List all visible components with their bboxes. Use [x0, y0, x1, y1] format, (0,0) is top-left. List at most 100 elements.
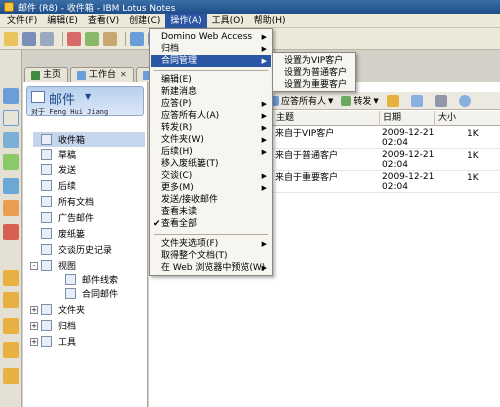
back-icon[interactable]	[130, 31, 144, 46]
thread-icon	[65, 274, 76, 285]
menu-item-preview-in-browser[interactable]: 在 Web 浏览器中预览(W) ▶	[151, 262, 271, 274]
menu-item-reply-all[interactable]: 应答所有人(A) ▶	[151, 110, 271, 122]
menu-item-set-vip-customer[interactable]: 设置为VIP客户	[274, 55, 354, 67]
nav-item-label: 所有文档	[58, 198, 95, 208]
nav-item-drafts[interactable]: 草稿	[41, 147, 76, 162]
menu-create[interactable]: 创建(C)	[124, 14, 165, 28]
nav-item-label: 后续	[58, 182, 77, 192]
navigation-pane: 邮件 ▼ 对于 Feng Hui Jiang 收件箱 草稿 发送 后续 所有文档…	[23, 82, 148, 407]
copy-icon[interactable]	[85, 31, 99, 46]
mail-header[interactable]: 邮件 ▼ 对于 Feng Hui Jiang	[26, 86, 144, 116]
follow-up-flag-icon[interactable]	[410, 94, 423, 107]
nav-item-inbox[interactable]: 收件箱	[33, 132, 145, 147]
folder-icon[interactable]	[386, 94, 399, 107]
menu-item-new-message[interactable]: 新建消息	[151, 86, 271, 98]
menu-item-chat[interactable]: 交谈(C) ▶	[151, 170, 271, 182]
mail-bookmark-icon[interactable]	[3, 88, 19, 104]
menu-item-more[interactable]: 更多(M) ▶	[151, 182, 271, 194]
menu-edit[interactable]: 编辑(E)	[42, 14, 83, 28]
menu-actions[interactable]: 操作(A)	[165, 13, 207, 28]
nav-item-trash[interactable]: 废纸篓	[41, 226, 85, 241]
nav-item-tools[interactable]: + 工具	[30, 334, 77, 349]
menu-item-move-to-trash[interactable]: 移入废纸篓(T)	[151, 158, 271, 170]
menu-file[interactable]: 文件(F)	[2, 14, 42, 28]
chevron-down-icon[interactable]: ▼	[328, 97, 333, 105]
contacts-bookmark-icon[interactable]	[3, 132, 19, 148]
menu-item-domino-web-access[interactable]: Domino Web Access ▶	[151, 31, 271, 43]
collapse-icon[interactable]: -	[30, 261, 38, 270]
expand-icon[interactable]: +	[30, 321, 38, 330]
menu-item-folder-options[interactable]: 文件夹选项(F) ▶	[151, 238, 271, 250]
nav-item-threads[interactable]: 邮件线索	[65, 272, 118, 287]
nav-item-label: 收件箱	[58, 136, 86, 146]
cut-icon[interactable]	[67, 31, 81, 46]
nav-item-archive[interactable]: + 归档	[30, 318, 76, 333]
forward-button[interactable]: 转发 ▼	[341, 94, 379, 107]
folder-bookmark-icon[interactable]	[3, 318, 19, 334]
nav-item-label: 工具	[58, 338, 77, 348]
lotus-notes-logo-icon	[4, 2, 14, 12]
home-icon	[31, 70, 40, 80]
toolbar-divider	[125, 31, 126, 46]
close-icon[interactable]: ✕	[120, 68, 127, 82]
folder-bookmark-icon[interactable]	[3, 342, 19, 358]
paste-icon[interactable]	[103, 31, 117, 46]
contract-submenu: 设置为VIP客户 设置为普通客户 设置为重要客户	[272, 52, 356, 92]
menu-item-follow-up[interactable]: 后续(H) ▶	[151, 146, 271, 158]
nav-item-contract-mail[interactable]: 合同邮件	[65, 286, 118, 301]
chevron-down-icon[interactable]: ▼	[373, 97, 378, 105]
menu-item-edit[interactable]: 编辑(E)	[151, 74, 271, 86]
menu-item-folder[interactable]: 文件夹(W) ▶	[151, 134, 271, 146]
nav-item-sent[interactable]: 发送	[41, 162, 76, 177]
trash-icon	[41, 228, 52, 239]
tab-workspace[interactable]: 工作台 ✕	[70, 67, 134, 82]
tab-home[interactable]: 主页	[24, 67, 69, 82]
menu-item-retrieve-document[interactable]: 取得整个文档(T)	[151, 250, 271, 262]
sametime-bookmark-icon[interactable]	[3, 200, 19, 216]
message-date: 2009-12-21	[382, 172, 435, 182]
folder-bookmark-icon[interactable]	[3, 270, 19, 286]
info-bookmark-icon[interactable]	[3, 224, 19, 240]
calendar-bookmark-icon[interactable]	[3, 110, 19, 126]
expand-icon[interactable]: +	[30, 305, 38, 314]
menu-item-view-all[interactable]: ✔ 查看全部	[151, 218, 271, 230]
reply-all-button[interactable]: 应答所有人 ▼	[269, 94, 333, 107]
folder-bookmark-icon[interactable]	[3, 368, 19, 384]
folder-bookmark-icon[interactable]	[3, 292, 19, 308]
trash-icon[interactable]	[434, 94, 447, 107]
message-size: 1K	[467, 129, 479, 139]
menu-view[interactable]: 查看(V)	[83, 14, 124, 28]
menu-tools[interactable]: 工具(O)	[207, 14, 249, 28]
menu-item-reply[interactable]: 应答(P) ▶	[151, 98, 271, 110]
nav-item-junk[interactable]: 广告邮件	[41, 210, 94, 225]
message-size: 1K	[467, 173, 479, 183]
column-header-subject[interactable]: 主题	[272, 111, 379, 126]
search-icon[interactable]	[458, 94, 471, 107]
replication-bookmark-icon[interactable]	[3, 178, 19, 194]
save-icon[interactable]	[22, 31, 36, 46]
print-icon[interactable]	[40, 31, 54, 46]
menu-item-view-unread[interactable]: 查看未读	[151, 206, 271, 218]
nav-item-folders[interactable]: + 文件夹	[30, 302, 85, 317]
nav-item-views[interactable]: - 视图	[30, 258, 76, 273]
chat-history-icon	[41, 244, 52, 255]
menu-item-contract-management[interactable]: 合同管理 ▶	[151, 55, 271, 67]
envelope-icon	[31, 91, 45, 103]
chevron-down-icon[interactable]: ▼	[85, 92, 91, 101]
expand-icon[interactable]: +	[30, 337, 38, 346]
title-bar: 邮件 (R8) - 收件箱 - IBM Lotus Notes	[0, 0, 500, 14]
menu-item-set-important-customer[interactable]: 设置为重要客户	[274, 79, 354, 91]
nav-item-follow-up[interactable]: 后续	[41, 178, 76, 193]
menu-item-forward[interactable]: 转发(R) ▶	[151, 122, 271, 134]
workspace-icon	[77, 70, 87, 80]
menu-item-set-regular-customer[interactable]: 设置为普通客户	[274, 67, 354, 79]
menu-item-send-receive[interactable]: 发送/接收邮件	[151, 194, 271, 206]
nav-item-all-documents[interactable]: 所有文档	[41, 194, 94, 209]
menu-help[interactable]: 帮助(H)	[249, 14, 291, 28]
column-header-size[interactable]: 大小	[434, 111, 500, 126]
nav-item-chat-history[interactable]: 交谈历史记录	[41, 242, 112, 257]
todo-bookmark-icon[interactable]	[3, 154, 19, 170]
menu-item-archive[interactable]: 归档 ▶	[151, 43, 271, 55]
open-icon[interactable]	[4, 31, 18, 46]
column-header-date[interactable]: 日期	[379, 111, 434, 126]
